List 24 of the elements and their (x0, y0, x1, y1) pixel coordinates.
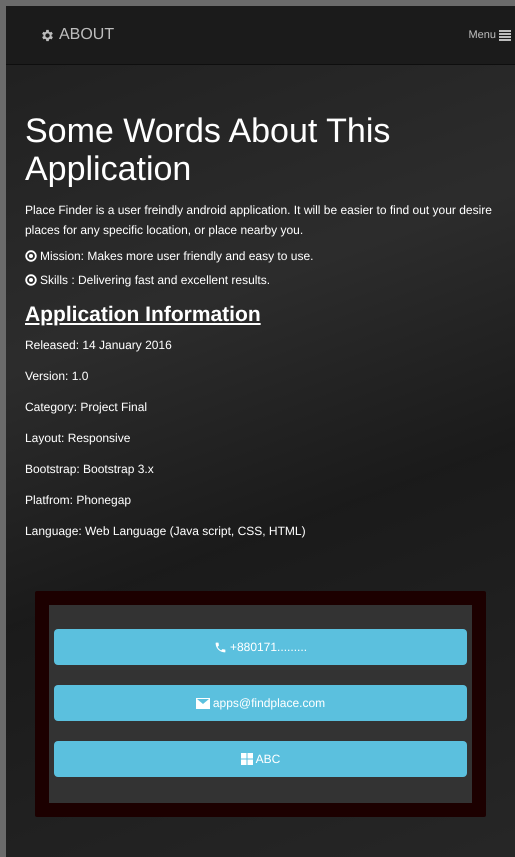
intro-paragraph: Place Finder is a user freindly android application. It will be easier to find out your desire places for any specific location, or place nearby you. (25, 202, 493, 239)
page-heading: Some Words About This Application (25, 112, 392, 188)
phone-icon (214, 640, 227, 654)
point-text: Skills : Delivering fast and excellent results. (40, 272, 270, 288)
grid-icon (240, 753, 253, 765)
menu-icon (499, 30, 511, 40)
contact-button[interactable]: apps@findplace.com (54, 685, 467, 721)
page-title: ABOUT (59, 25, 114, 45)
section-heading: Application Information (25, 302, 261, 328)
point-text: Mission: Makes more user friendly and easy to use. (40, 248, 314, 264)
circle-dot-icon (25, 274, 37, 286)
envelope-icon (196, 698, 210, 708)
contact-button[interactable]: ABC (54, 741, 467, 777)
menu-button[interactable]: Menu (468, 26, 511, 44)
info-line: Language: Web Language (Java script, CSS, HTML) (25, 523, 307, 539)
info-line: Platfrom: Phonegap (25, 492, 132, 508)
contact-button[interactable]: +880171......... (54, 629, 467, 665)
info-line: Layout: Responsive (25, 430, 132, 446)
info-line: Bootstrap: Bootstrap 3.x (25, 461, 155, 477)
circle-dot-icon (25, 250, 37, 262)
info-line: Category: Project Final (25, 399, 148, 415)
info-line: Released: 14 January 2016 (25, 337, 173, 353)
gear-icon (40, 28, 55, 42)
info-line: Version: 1.0 (25, 368, 90, 384)
